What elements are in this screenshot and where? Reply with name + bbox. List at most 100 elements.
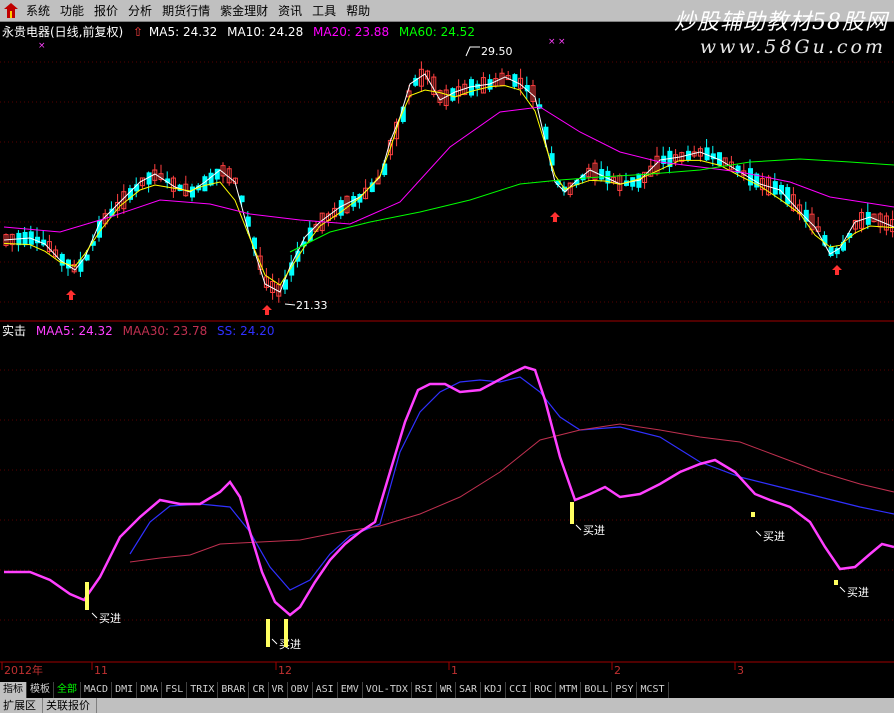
candle-body [283, 279, 288, 290]
menu-item-0[interactable]: 系统 [26, 0, 60, 22]
candle-body [785, 187, 791, 205]
tab-emv[interactable]: EMV [338, 682, 363, 698]
candle [425, 69, 431, 85]
tab-sar[interactable]: SAR [456, 682, 482, 698]
tab-模板[interactable]: 模板 [27, 682, 54, 698]
menu-item-8[interactable]: 帮助 [346, 0, 380, 22]
candle [865, 202, 871, 230]
sell-signal-marker-icon: × [548, 37, 556, 47]
candle [270, 273, 276, 300]
buy-signal-bar [570, 502, 574, 524]
menu-item-3[interactable]: 分析 [128, 0, 162, 22]
buy-pointer [91, 612, 98, 619]
candle [524, 76, 530, 100]
tab-roc[interactable]: ROC [531, 682, 557, 698]
tab-vol-tdx[interactable]: VOL-TDX [363, 682, 412, 698]
date-label: 2 [614, 664, 621, 677]
tab-trix[interactable]: TRIX [187, 682, 219, 698]
candle [667, 146, 673, 174]
candle [834, 245, 840, 259]
tab-vr[interactable]: VR [269, 682, 288, 698]
tab-kdj[interactable]: KDJ [481, 682, 507, 698]
tab-brar[interactable]: BRAR [218, 682, 250, 698]
high-pointer [465, 46, 480, 57]
tab-指标[interactable]: 指标 [0, 682, 27, 698]
date-label: 1 [451, 664, 458, 677]
candle [617, 173, 623, 197]
indicator-chart[interactable]: 买进买进买进 买进买进2012年 11 12 1 2 3 [0, 322, 894, 682]
buy-signal-bar [834, 580, 838, 585]
buy-signal-arrow-icon [832, 265, 842, 275]
buy-label: 买进 [99, 612, 121, 625]
status-item-0[interactable]: 扩展区 [0, 698, 43, 713]
maa5-line [4, 365, 894, 617]
high-price-label: 29.50 [481, 45, 513, 58]
candle [146, 171, 152, 193]
candle [686, 145, 691, 163]
candle [567, 182, 573, 198]
buy-signal-arrow-icon [550, 212, 560, 222]
status-bar: 扩展区 关联报价 [0, 698, 894, 713]
price-chart[interactable]: 29.5021.33× × × [0, 22, 894, 322]
menu-item-5[interactable]: 紫金理财 [220, 0, 278, 22]
candle [803, 201, 809, 228]
ma60-line [289, 158, 894, 253]
candle [431, 73, 437, 98]
tab-fsl[interactable]: FSL [162, 682, 188, 698]
buy-label: 买进 [847, 586, 869, 599]
menu-item-6[interactable]: 资讯 [278, 0, 312, 22]
tab-asi[interactable]: ASI [313, 682, 338, 698]
buy-label: 买进 [763, 530, 785, 543]
menu-item-7[interactable]: 工具 [312, 0, 346, 22]
candle [177, 183, 183, 192]
tab-全部[interactable]: 全部 [54, 682, 81, 698]
tab-mtm[interactable]: MTM [556, 682, 582, 698]
tab-dma[interactable]: DMA [137, 682, 163, 698]
candle [475, 80, 481, 97]
tab-boll[interactable]: BOLL [581, 682, 613, 698]
tab-cr[interactable]: CR [249, 682, 269, 698]
candle [636, 173, 642, 192]
tab-mcst[interactable]: MCST [637, 682, 669, 698]
buy-signal-bar [284, 619, 288, 647]
app-logo-icon [4, 3, 18, 18]
tab-psy[interactable]: PSY [612, 682, 638, 698]
tab-dmi[interactable]: DMI [112, 682, 138, 698]
tab-wr[interactable]: WR [437, 682, 457, 698]
buy-signal-bar [85, 582, 89, 610]
sell-signal-marker-icon: × [558, 37, 566, 47]
date-label: 3 [737, 664, 744, 677]
menu-item-2[interactable]: 报价 [94, 0, 128, 22]
candle [691, 145, 697, 158]
menu-item-1[interactable]: 功能 [60, 0, 94, 22]
candle-body [841, 241, 846, 251]
candle [9, 233, 15, 252]
candle [263, 268, 269, 291]
buy-pointer [271, 638, 278, 645]
candle-body [828, 246, 834, 257]
buy-label: 买进 [583, 524, 605, 537]
candle [890, 210, 894, 238]
tab-macd[interactable]: MACD [81, 682, 113, 698]
low-price-label: 21.33 [296, 299, 328, 312]
buy-signal-arrow-icon [262, 305, 272, 315]
candle [190, 183, 195, 202]
buy-signal-bar [266, 619, 270, 647]
tab-cci[interactable]: CCI [506, 682, 532, 698]
sell-signal-marker-icon: × [38, 41, 46, 51]
status-item-1[interactable]: 关联报价 [43, 698, 97, 713]
buy-pointer [755, 530, 762, 537]
low-pointer [284, 303, 296, 306]
ss-line [129, 376, 894, 591]
tab-rsi[interactable]: RSI [412, 682, 437, 698]
candle [679, 151, 685, 166]
candle [772, 173, 778, 198]
indicator-tab-bar: 指标 模板 全部 MACD DMI DMA FSL TRIX BRAR CR VR OBV ASI EMV… [0, 682, 894, 698]
menu-item-4[interactable]: 期货行情 [162, 0, 220, 22]
date-label: 2012年 [4, 663, 43, 677]
candle [630, 177, 636, 191]
tab-obv[interactable]: OBV [288, 682, 313, 698]
buy-signal-bar [751, 512, 755, 517]
date-label: 12 [278, 664, 292, 677]
candle [877, 212, 883, 234]
